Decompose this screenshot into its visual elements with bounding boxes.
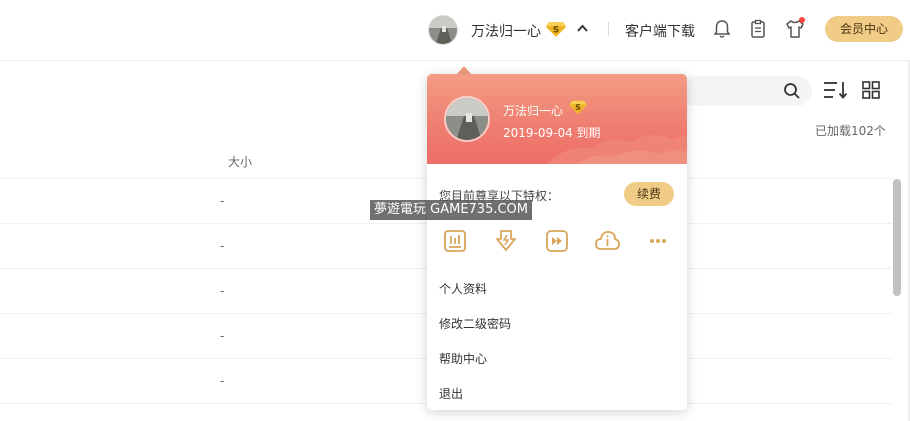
table-cell-size: -: [220, 239, 225, 253]
download-speed-icon[interactable]: [493, 228, 519, 254]
loaded-count: 已加载102个: [815, 124, 886, 138]
clipboard-icon[interactable]: [747, 18, 769, 40]
divider: [608, 22, 609, 36]
chevron-up-icon[interactable]: [576, 23, 589, 33]
report-icon[interactable]: [442, 228, 468, 254]
menu-item-help-center[interactable]: 帮助中心: [439, 350, 487, 367]
popup-avatar[interactable]: [444, 96, 490, 142]
renew-button[interactable]: 续费: [624, 182, 674, 206]
scrollbar-thumb[interactable]: [893, 179, 901, 296]
watermark: 夢遊電玩 GAME735.COM: [370, 200, 533, 220]
menu-item-change-password[interactable]: 修改二级密码: [439, 315, 511, 332]
fast-forward-icon[interactable]: [544, 228, 570, 254]
vip-diamond-icon: S: [546, 22, 566, 37]
table-cell-size: -: [220, 194, 225, 208]
username[interactable]: 万法归一心: [471, 21, 541, 41]
notification-dot: [799, 17, 805, 23]
table-cell-size: -: [220, 284, 225, 298]
table-cell-size: -: [220, 374, 225, 388]
popup-header: 万法归一心 S 2019-09-04 到期: [427, 74, 687, 164]
avatar[interactable]: [428, 15, 458, 45]
bell-icon[interactable]: [711, 18, 733, 40]
menu-item-logout[interactable]: 退出: [439, 385, 463, 402]
top-bar: 万法归一心 S 客户端下载 会员中心: [0, 0, 910, 61]
user-popup: 万法归一心 S 2019-09-04 到期 您目前尊享以下特权： 续费 个人资料…: [427, 74, 687, 410]
table-cell-size: -: [220, 329, 225, 343]
column-header-size[interactable]: 大小: [228, 153, 252, 170]
vip-diamond-icon: S: [569, 100, 587, 115]
cloud-info-icon[interactable]: [594, 228, 620, 254]
sort-icon[interactable]: [823, 80, 848, 100]
search-icon[interactable]: [783, 82, 801, 100]
client-download-link[interactable]: 客户端下载: [625, 21, 695, 41]
more-icon[interactable]: [645, 228, 671, 254]
popup-username: 万法归一心: [503, 104, 564, 118]
menu-item-profile[interactable]: 个人资料: [439, 280, 487, 297]
svg-text:S: S: [575, 103, 581, 112]
svg-text:S: S: [553, 26, 559, 36]
grid-view-icon[interactable]: [862, 81, 880, 99]
member-center-button[interactable]: 会员中心: [825, 16, 903, 42]
membership-expiry: 2019-09-04 到期: [503, 126, 601, 140]
